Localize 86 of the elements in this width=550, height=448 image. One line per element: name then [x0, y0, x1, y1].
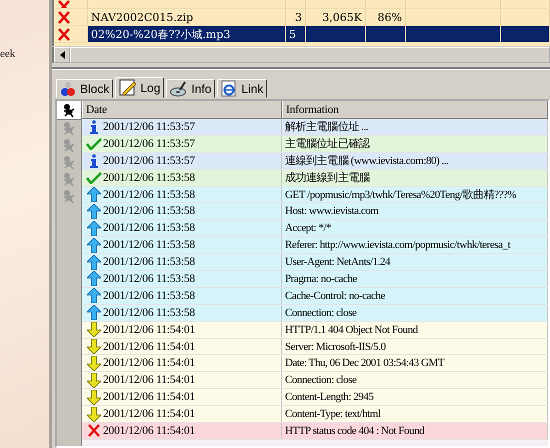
browser-page-icon	[221, 80, 238, 97]
scroll-left-button[interactable]	[54, 47, 70, 63]
down-arrow-icon	[86, 390, 100, 405]
column-header[interactable]: Date	[82, 101, 282, 118]
down-arrow-icon	[86, 406, 100, 422]
down-arrow-icon	[86, 356, 100, 371]
log-date: 2001/12/06 11:54:01	[103, 357, 195, 370]
log-message: Date: Thu, 06 Dec 2001 03:54:43 GMT	[285, 357, 444, 370]
checkmark-icon	[86, 172, 102, 184]
ant-icon	[61, 189, 77, 205]
up-arrow-icon	[86, 204, 100, 219]
log-message: Pragma: no-cache	[285, 272, 357, 285]
up-arrow-icon	[86, 187, 100, 202]
file-name: NAV2002C015.zip	[91, 10, 194, 24]
log-message: Connection: close	[285, 374, 356, 386]
column-2-cell: 3	[295, 10, 302, 24]
log-message: Accept: */*	[285, 222, 332, 234]
tab[interactable]: Info	[166, 79, 216, 98]
log-message: Content-Length: 2945	[285, 391, 374, 404]
log-message: User-Agent: NetAnts/1.24	[285, 256, 390, 268]
up-arrow-icon	[86, 254, 100, 270]
up-arrow-icon	[86, 271, 100, 286]
balls-icon	[60, 80, 76, 96]
up-arrow-icon	[86, 305, 100, 320]
down-arrow-icon	[86, 372, 100, 388]
ant-icon	[61, 102, 77, 118]
log-message: 解析主電腦位址 ...	[285, 120, 368, 134]
log-date: 2001/12/06 11:54:01	[103, 408, 195, 420]
log-message: HTTP status code 404 : Not Found	[285, 424, 424, 437]
download-row[interactable]: 02%20-%20春??小城.mp3 5	[54, 26, 550, 43]
log-date: 2001/12/06 11:54:01	[103, 424, 195, 437]
log-message: Host: www.ievista.com	[285, 205, 378, 218]
log-date: 2001/12/06 11:53:58	[103, 256, 195, 268]
log-message: Connection: close	[285, 306, 356, 319]
log-message: Cache-Control: no-cache	[285, 290, 385, 302]
pencil-notepad-icon	[119, 79, 136, 96]
ant-icon	[61, 138, 77, 154]
column-header[interactable]: Information	[282, 101, 548, 118]
file-name: 02%20-%20春??小城.mp3	[91, 26, 230, 42]
checkmark-icon	[86, 138, 102, 150]
down-arrow-icon	[86, 339, 100, 354]
log-message: 主電腦位址已確認	[285, 136, 370, 152]
log-message: Referer: http://www.ievista.com/popmusic/twhk/teresa_t	[285, 239, 510, 252]
x-icon	[86, 424, 100, 438]
log-message: 連線到主電腦 (www.ievista.com:80) ...	[285, 154, 448, 168]
log-message: GET /popmusic/mp3/twhk/Teresa%20Teng/歌曲精???%	[285, 188, 516, 202]
column-2-cell: 5	[289, 28, 296, 40]
x-icon	[57, 28, 71, 40]
percent-cell: 86%	[378, 10, 402, 24]
sidebar-text: eek	[0, 47, 16, 60]
log-message: HTTP/1.1 404 Object Not Found	[285, 324, 418, 336]
ant-icon	[61, 172, 77, 188]
tab[interactable]: Log	[115, 77, 164, 98]
tab[interactable]: Link	[217, 79, 268, 98]
log-date: 2001/12/06 11:53:57	[103, 154, 195, 167]
log-date: 2001/12/06 11:54:01	[103, 324, 195, 336]
log-date: 2001/12/06 11:53:58	[103, 272, 195, 285]
log-date: 2001/12/06 11:54:01	[103, 391, 195, 404]
log-date: 2001/12/06 11:54:01	[103, 340, 195, 353]
x-icon	[57, 10, 71, 24]
log-date: 2001/12/06 11:53:57	[103, 120, 195, 133]
up-arrow-icon	[86, 238, 100, 253]
log-date: 2001/12/06 11:53:58	[103, 239, 195, 252]
left-arrow-icon	[60, 51, 64, 59]
up-arrow-icon	[86, 220, 100, 236]
info-icon	[90, 154, 98, 168]
log-date: 2001/12/06 11:53:58	[103, 290, 195, 302]
down-arrow-icon	[86, 322, 100, 338]
log-date: 2001/12/06 11:53:57	[103, 138, 195, 150]
log-date: 2001/12/06 11:53:58	[103, 188, 195, 200]
file-size: 3,065K	[322, 10, 362, 24]
up-arrow-icon	[86, 288, 100, 304]
ant-icon	[61, 121, 77, 137]
log-date: 2001/12/06 11:53:58	[103, 172, 195, 184]
log-date: 2001/12/06 11:53:58	[103, 222, 195, 234]
log-message: Server: Microsoft-IIS/5.0	[285, 340, 386, 353]
ant-icon	[61, 155, 77, 171]
log-message: 成功連線到主電腦	[285, 170, 370, 186]
log-message: Content-Type: text/html	[285, 408, 381, 420]
info-icon	[90, 120, 98, 134]
scrollbar-thumb[interactable]	[70, 47, 550, 63]
log-date: 2001/12/06 11:53:58	[103, 205, 195, 218]
log-date: 2001/12/06 11:53:58	[103, 306, 195, 319]
log-date: 2001/12/06 11:54:01	[103, 374, 195, 386]
disc-icon	[170, 80, 188, 96]
tab[interactable]: Block	[56, 79, 114, 98]
